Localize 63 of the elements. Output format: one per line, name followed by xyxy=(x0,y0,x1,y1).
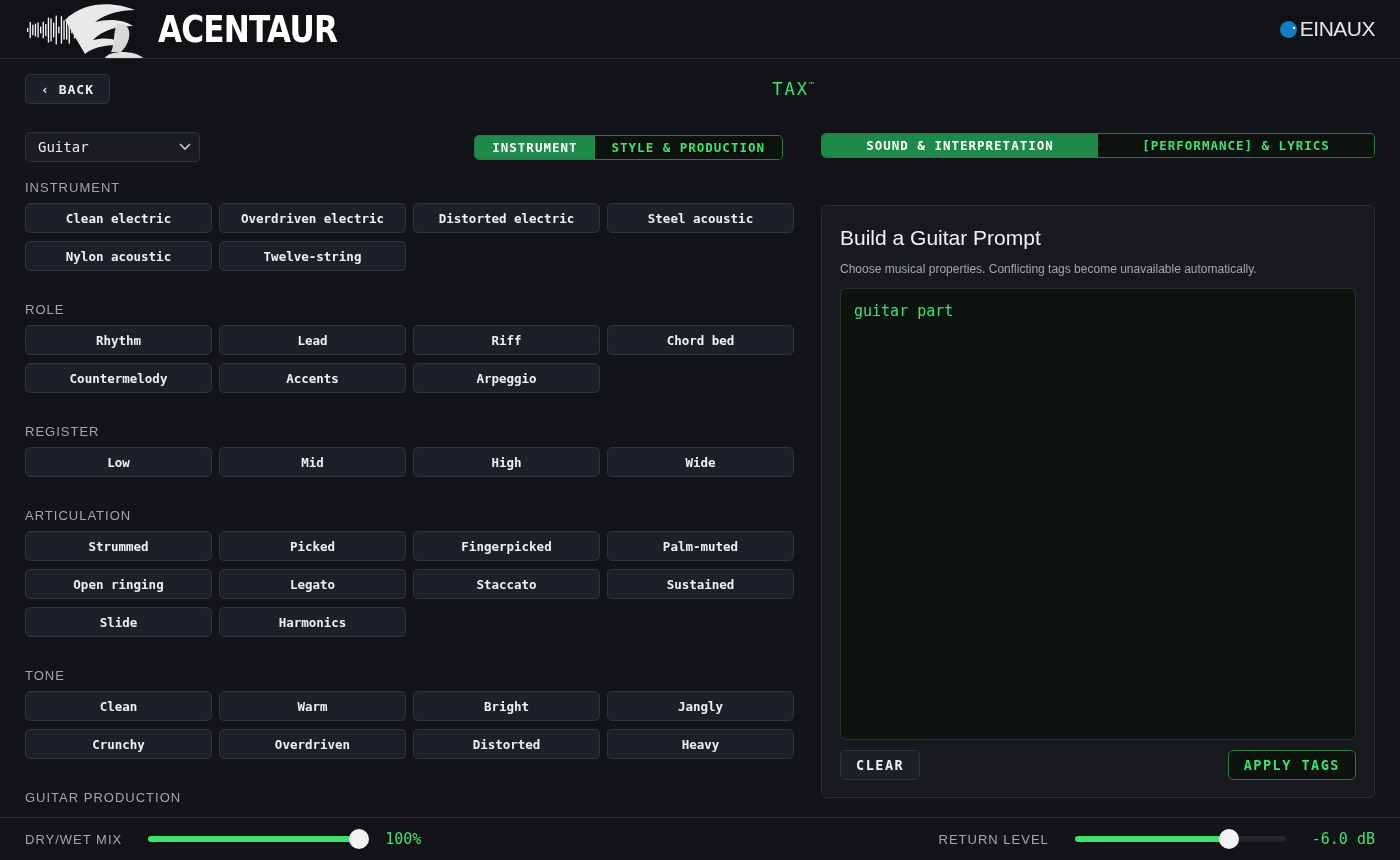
tag-button[interactable]: Picked xyxy=(219,531,406,561)
tag-button[interactable]: Lead xyxy=(219,325,406,355)
tag-button[interactable]: Rhythm xyxy=(25,325,212,355)
prompt-field[interactable]: guitar part xyxy=(840,288,1356,740)
tab[interactable]: SOUND & INTERPRETATION xyxy=(822,134,1098,157)
page-title: TAX$^{™}$ xyxy=(771,79,817,99)
tag-button[interactable]: Wide xyxy=(607,447,794,477)
tag-button[interactable]: High xyxy=(413,447,600,477)
section-title: ROLE xyxy=(25,302,66,317)
tag-button[interactable]: Palm-muted xyxy=(607,531,794,561)
tag-button[interactable]: Distorted xyxy=(413,729,600,759)
apply-button[interactable]: APPLY TAGS xyxy=(1227,750,1356,780)
section-title: INSTRUMENT xyxy=(25,180,122,195)
partner-name: EINAUX xyxy=(1299,17,1375,41)
tag-button[interactable]: Heavy xyxy=(607,729,794,759)
tag-button[interactable]: Mid xyxy=(219,447,406,477)
tag-button[interactable]: Bright xyxy=(413,691,600,721)
tag-button[interactable]: Arpeggio xyxy=(413,363,600,393)
tag-button[interactable]: Crunchy xyxy=(25,729,212,759)
tag-button[interactable]: Clean electric xyxy=(25,203,212,233)
panel-title: Build a Guitar Prompt xyxy=(840,226,1042,250)
tag-button[interactable]: Countermelody xyxy=(25,363,212,393)
tag-button[interactable]: Fingerpicked xyxy=(413,531,600,561)
back-button[interactable]: ‹ BACK xyxy=(25,74,110,104)
tag-button[interactable]: Sustained xyxy=(607,569,794,599)
tag-button[interactable]: Jangly xyxy=(607,691,794,721)
panel-hint: Choose musical properties. Conflicting tags become unavailable automatically. xyxy=(840,262,1258,276)
tab[interactable]: [PERFORMANCE] & LYRICS xyxy=(1098,134,1374,157)
tag-button[interactable]: Accents xyxy=(219,363,406,393)
instrument-select[interactable]: Guitar xyxy=(25,132,200,162)
tag-button[interactable]: Open ringing xyxy=(25,569,212,599)
tag-button[interactable]: Twelve-string xyxy=(219,241,406,271)
slider-label: DRY/WET MIX xyxy=(25,831,123,847)
section-title: REGISTER xyxy=(25,424,101,439)
tag-button[interactable]: Nylon acoustic xyxy=(25,241,212,271)
tag-button[interactable]: Distorted electric xyxy=(413,203,600,233)
section-title: GUITAR PRODUCTION xyxy=(25,790,183,805)
tag-button[interactable]: Harmonics xyxy=(219,607,406,637)
tab[interactable]: STYLE & PRODUCTION xyxy=(594,135,782,159)
tag-button[interactable]: Legato xyxy=(219,569,406,599)
tag-button[interactable]: Slide xyxy=(25,607,212,637)
slider-reading: -6.0 dB xyxy=(1311,830,1375,848)
tag-button[interactable]: Low xyxy=(25,447,212,477)
tag-button[interactable]: Clean xyxy=(25,691,212,721)
tag-button[interactable]: Warm xyxy=(219,691,406,721)
chevron-down-icon xyxy=(179,143,191,151)
tag-button[interactable]: Overdriven xyxy=(219,729,406,759)
clear-button[interactable]: CLEAR xyxy=(840,750,921,780)
slider-thumb[interactable] xyxy=(349,829,370,849)
tag-button[interactable]: Staccato xyxy=(413,569,600,599)
section-title: TONE xyxy=(25,668,66,683)
brand-name: ACENTAUR xyxy=(158,7,338,51)
tag-button[interactable]: Chord bed xyxy=(607,325,794,355)
section-title: ARTICULATION xyxy=(25,508,133,523)
slider-label: RETURN LEVEL xyxy=(938,831,1049,847)
tab[interactable]: INSTRUMENT xyxy=(475,135,595,159)
tag-button[interactable]: Steel acoustic xyxy=(607,203,794,233)
tag-button[interactable]: Strummed xyxy=(25,531,212,561)
partner-logo-icon xyxy=(1278,19,1298,39)
slider-reading: 100% xyxy=(385,830,423,848)
slider-thumb[interactable] xyxy=(1218,829,1239,849)
tag-button[interactable]: Riff xyxy=(413,325,600,355)
tag-button[interactable]: Overdriven electric xyxy=(219,203,406,233)
